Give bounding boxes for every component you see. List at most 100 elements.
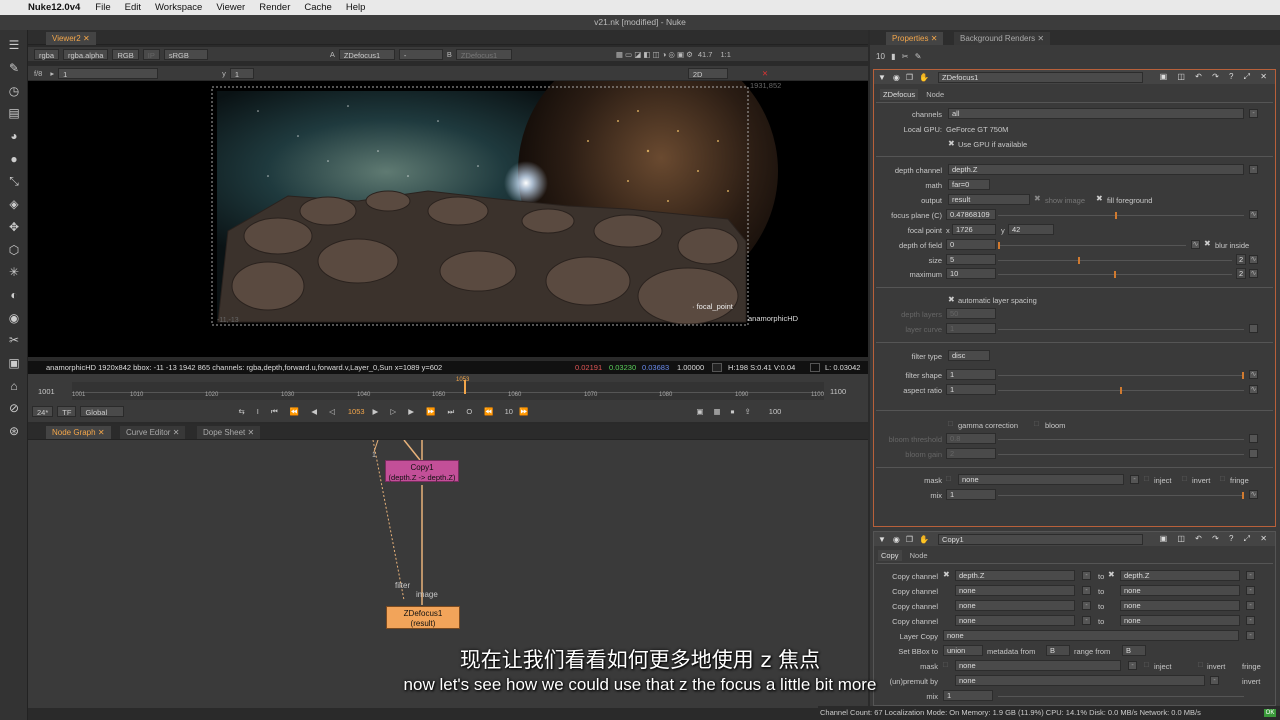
alpha-select[interactable]: rgba.alpha [63,48,109,60]
image-tool-icon[interactable]: ☰ [0,34,28,57]
zoom-label[interactable]: 41.7 [698,50,713,59]
float-icon[interactable]: ❐ [906,535,913,544]
filter-shape-field[interactable]: 1 [946,369,996,380]
knob-icon[interactable]: ✋ [919,73,929,82]
y-field[interactable]: 1 [229,67,254,79]
step-field[interactable]: 10 [505,407,513,416]
aspect-ratio-thumb[interactable] [1120,387,1122,394]
size-channels-button[interactable]: 2 [1236,254,1246,265]
copy-from-select[interactable]: none [955,585,1075,596]
end-frame-field[interactable]: 100 [769,407,782,416]
zdefocus1-node[interactable]: ZDefocus1 (result) [386,606,460,629]
colorspace-select[interactable]: sRGB [163,48,208,60]
frame-step-icon[interactable]: ▸ [50,69,54,78]
playback-buttons-left[interactable]: ⇆ I ⏮ ⏪ ◀ ◁ [238,407,339,417]
filter-type-select[interactable]: disc [948,350,990,361]
color-tool-icon[interactable]: ◕ [0,125,28,148]
menu-viewer[interactable]: Viewer [209,2,252,13]
focal-y-field[interactable]: 42 [1008,224,1054,235]
copy-from-menu-button[interactable]: - [1082,586,1091,595]
lock-icon[interactable]: ▮ [891,52,895,61]
keyer-tool-icon[interactable]: ⤡ [0,170,28,193]
panel-controls-icon[interactable]: ▣ ◫ ↶ ↷ ? ⤢ ✕ [1160,72,1271,82]
toolsets-tool-icon[interactable]: ▣ [0,352,28,375]
channel-tool-icon[interactable]: ▤ [0,102,28,125]
tab-curve-editor[interactable]: Curve Editor ✕ [120,426,186,439]
copy-from-select[interactable]: depth.Z [955,570,1075,581]
other-tool-icon[interactable]: ⌂ [0,374,28,397]
show-image-checkbox[interactable]: ✖ [1034,194,1041,203]
fps-select[interactable]: 24* [32,406,54,417]
animation-button[interactable] [1249,324,1258,333]
copy-from-menu-button[interactable]: - [1082,616,1091,625]
max-panels-field[interactable]: 10 [876,52,885,61]
timeline[interactable]: 1001 1100 1001 1010 1020 1030 1040 1050 … [28,374,868,422]
layer-curve-slider[interactable] [998,329,1244,330]
aspect-ratio-field[interactable]: 1 [946,384,996,395]
close-icon[interactable]: ✕ [98,428,105,437]
bloom-checkbox[interactable]: □ [1034,419,1039,428]
depth-layers-field[interactable]: 50 [946,308,996,319]
bloom-threshold-field[interactable]: 0.8 [946,433,996,444]
tab-properties[interactable]: Properties ✕ [886,32,944,45]
3d-tool-icon[interactable]: ⬡ [0,238,28,261]
ip-button[interactable]: IP [142,48,160,60]
bloom-gain-field[interactable]: 2 [946,448,996,459]
collapse-icon[interactable]: ▼ [878,535,886,544]
fstop-button[interactable]: f/8 [34,69,42,78]
focus-plane-slider[interactable] [998,212,1244,219]
timeline-ruler[interactable]: 1001 1010 1020 1030 1040 1050 1060 1070 … [72,377,824,400]
maximum-channels-button[interactable]: 2 [1236,268,1246,279]
edit-icon[interactable]: ✎ [915,52,922,61]
tab-background-renders[interactable]: Background Renders ✕ [954,32,1051,45]
layer-curve-field[interactable]: 1 [946,323,996,334]
maximum-slider[interactable] [998,271,1232,278]
focal-point-widget[interactable]: · focal_point [692,302,733,311]
animation-button[interactable]: ∿ [1249,269,1258,278]
fill-foreground-checkbox[interactable]: ✖ [1096,194,1103,203]
fringe-checkbox[interactable]: □ [1220,474,1225,483]
focus-plane-field[interactable]: 0.47868109 [946,209,996,220]
panel-controls-icon[interactable]: ▣ ◫ ↶ ↷ ? ⤢ ✕ [1160,534,1271,544]
copy-from-menu-button[interactable]: - [1082,571,1091,580]
close-icon[interactable]: ✕ [173,428,180,437]
bloom-threshold-slider[interactable] [998,439,1244,440]
layer-copy-menu-button[interactable]: - [1246,631,1255,640]
depth-channel-menu-button[interactable]: - [1249,165,1258,174]
tf-select[interactable]: TF [57,406,77,417]
copy-from-menu-button[interactable]: - [1082,601,1091,610]
animation-button[interactable]: ∿ [1249,255,1258,264]
aspect-ratio-slider[interactable] [998,387,1244,394]
blur-inside-checkbox[interactable]: ✖ [1204,239,1211,248]
draw-tool-icon[interactable]: ✎ [0,57,28,80]
clear-icon[interactable]: ✂ [902,52,909,61]
copy-to-select[interactable]: none [1120,615,1240,626]
copy-to-select[interactable]: depth.Z [1120,570,1240,581]
gamma-correction-checkbox[interactable]: □ [948,419,953,428]
menu-file[interactable]: File [88,2,117,13]
input-b-select[interactable]: ZDefocus1 [455,48,512,60]
mix-slider[interactable] [998,492,1244,499]
channels-select[interactable]: rgba [34,48,60,60]
animation-button[interactable]: ∿ [1249,385,1258,394]
menu-help[interactable]: Help [339,2,373,13]
dof-slider[interactable] [998,242,1186,249]
zdefocus-name-field[interactable]: ZDefocus1 [938,71,1144,83]
particles-tool-icon[interactable]: ✳ [0,261,28,284]
copy-to-menu-button[interactable]: - [1246,586,1255,595]
timeline-end[interactable]: 1100 [830,387,846,396]
dof-field[interactable]: 0 [946,239,996,250]
tab-viewer2[interactable]: Viewer2 ✕ [46,32,96,45]
settings-tool-icon[interactable]: ⊛ [0,420,28,443]
mask-select[interactable]: none [958,474,1124,485]
tab-dope-sheet[interactable]: Dope Sheet ✕ [197,426,261,439]
furnace-tool-icon[interactable]: ⊘ [0,397,28,420]
menu-workspace[interactable]: Workspace [148,2,209,13]
copy-from-select[interactable]: none [955,615,1075,626]
copy-to-select[interactable]: none [1120,600,1240,611]
tab-node[interactable]: Node [920,89,950,100]
filter-shape-slider[interactable] [998,372,1244,379]
deep-tool-icon[interactable]: ◐ [0,284,28,307]
timeline-tools-icon[interactable]: ▣ ▦ ⏹ ⇪ [696,407,754,417]
mask-checkbox[interactable]: □ [946,474,951,483]
